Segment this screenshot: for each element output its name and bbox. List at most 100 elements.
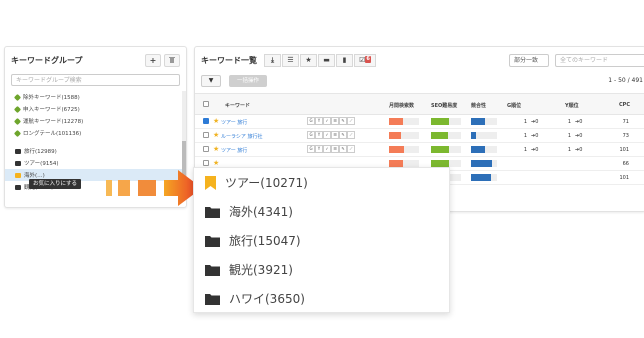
delete-group-button[interactable]: [164, 53, 180, 67]
ads-meter-fill: [471, 146, 486, 153]
star-icon[interactable]: ★: [213, 118, 219, 125]
table-row[interactable]: ★ ツアー 旅行 G Y ✓ ☰ ✎ ⟋ 1 ➔0 1 ➔0 71: [195, 115, 644, 129]
dropdown-item[interactable]: 海外(4341): [194, 197, 449, 226]
mini-action-button[interactable]: G: [307, 131, 315, 139]
list-button[interactable]: ☰: [282, 53, 299, 67]
download-button[interactable]: ⤓: [264, 53, 281, 67]
keyword-toolbar: ⤓ ☰ ★ ▬ ▮ ☑6: [263, 53, 376, 67]
mini-action-button[interactable]: ✓: [323, 145, 331, 153]
tag-icon: [13, 93, 22, 101]
keyword-link[interactable]: ルーラシア 旅行社: [221, 133, 263, 140]
arrow-indicator-icon: [106, 170, 202, 206]
volume-meter-fill: [389, 160, 403, 167]
cpc-value: 71: [622, 119, 629, 125]
dropdown-item[interactable]: ハワイ(3650): [194, 284, 449, 313]
checked-button[interactable]: ☑6: [354, 53, 376, 67]
mini-action-button[interactable]: ✎: [339, 145, 347, 153]
favorite-button[interactable]: ★: [300, 53, 317, 67]
folder-icon: [205, 264, 220, 276]
g-rank-value: 1: [523, 147, 527, 153]
keyword-link[interactable]: ツアー 旅行: [221, 119, 247, 126]
group-item[interactable]: ツアー(9154): [5, 157, 185, 169]
group-item[interactable]: 除外キーワード(1588): [5, 91, 185, 103]
group-item[interactable]: 申入キーワード(6725): [5, 103, 185, 115]
download-icon: ⤓: [270, 55, 275, 64]
row-checkbox[interactable]: [203, 118, 209, 124]
mini-action-button[interactable]: G: [307, 117, 315, 125]
mini-action-button[interactable]: ⟋: [347, 145, 355, 153]
mini-action-button[interactable]: ⟋: [347, 131, 355, 139]
col-cpc[interactable]: CPC: [619, 102, 630, 108]
col-y-rank[interactable]: Y順位: [565, 102, 579, 109]
bookmark-icon: [205, 175, 216, 190]
col-volume[interactable]: 月間検索数: [389, 102, 414, 109]
star-icon[interactable]: ★: [213, 146, 219, 153]
keyword-group-header: キーワードグループ +: [5, 47, 186, 73]
dropdown-item[interactable]: 観光(3921): [194, 255, 449, 284]
dropdown-item-label: 海外(4341): [229, 205, 293, 219]
group-item[interactable]: 旅行(12989): [5, 145, 185, 157]
group-item[interactable]: 運航キーワード(12278): [5, 115, 185, 127]
table-row[interactable]: ★ ツアー 旅行 G Y ✓ ☰ ✎ ⟋ 1 ➔0 1 ➔0 101: [195, 143, 644, 157]
group-item-label: 海外(…): [24, 173, 45, 179]
match-type-select[interactable]: 部分一致: [509, 54, 549, 67]
y-rank-change: ➔0: [575, 119, 583, 125]
folder-icon: [15, 148, 21, 154]
tag-icon: [13, 117, 22, 125]
group-search-input[interactable]: キーワードグループ検索: [11, 74, 180, 86]
y-rank-change: ➔0: [575, 147, 583, 153]
col-keyword[interactable]: キーワード: [225, 102, 250, 109]
mini-action-button[interactable]: Y: [315, 117, 323, 125]
mini-action-button[interactable]: Y: [315, 131, 323, 139]
folder-icon: [205, 206, 220, 218]
volume-meter: [389, 118, 419, 125]
row-checkbox[interactable]: [203, 146, 209, 152]
mini-action-button[interactable]: ✓: [323, 117, 331, 125]
g-rank-value: 1: [523, 133, 527, 139]
select-all-checkbox[interactable]: [203, 101, 209, 107]
mini-action-button[interactable]: ✎: [339, 117, 347, 125]
add-group-button[interactable]: +: [145, 53, 161, 67]
ads-meter: [471, 132, 497, 139]
star-icon[interactable]: ★: [213, 160, 219, 167]
g-rank-value: 1: [523, 119, 527, 125]
mini-action-button[interactable]: Y: [315, 145, 323, 153]
mini-action-button[interactable]: ☰: [331, 117, 339, 125]
trash-icon: [169, 56, 175, 63]
dropdown-item[interactable]: ツアー(10271): [194, 168, 449, 197]
mini-action-button[interactable]: ⟋: [347, 117, 355, 125]
table-row[interactable]: ★ ルーラシア 旅行社 G Y ✓ ☰ ✎ ⟋ 1 ➔0 1 ➔0 73: [195, 129, 644, 143]
folder-icon: [205, 293, 220, 305]
star-icon[interactable]: ★: [213, 132, 219, 139]
row-mini-actions: G Y ✓ ☰ ✎ ⟋: [307, 117, 355, 125]
filter-button[interactable]: ▼: [201, 75, 221, 87]
bulk-action-button[interactable]: 一括操作: [229, 75, 267, 87]
row-checkbox[interactable]: [203, 160, 209, 166]
tag-icon: [13, 129, 22, 137]
trash-icon: ▮: [342, 55, 347, 64]
col-ads[interactable]: 競合性: [471, 102, 486, 109]
group-item[interactable]: ロングテール(101136): [5, 127, 185, 139]
mini-action-button[interactable]: G: [307, 145, 315, 153]
col-seo[interactable]: SEO難易度: [431, 102, 457, 109]
keyword-link[interactable]: ツアー 旅行: [221, 147, 247, 154]
delete-button[interactable]: ▮: [336, 53, 353, 67]
mini-action-button[interactable]: ✎: [339, 131, 347, 139]
ads-meter-fill: [471, 174, 491, 181]
seo-meter-fill: [431, 160, 449, 167]
col-g-rank[interactable]: G順位: [507, 102, 521, 109]
seo-meter-fill: [431, 132, 448, 139]
mini-action-button[interactable]: ☰: [331, 131, 339, 139]
row-mini-actions: G Y ✓ ☰ ✎ ⟋: [307, 145, 355, 153]
folder-icon: ▬: [323, 55, 330, 64]
table-header: キーワード 月間検索数 SEO難易度 競合性 G順位 Y順位 CPC: [195, 93, 644, 115]
mini-action-button[interactable]: ✓: [323, 131, 331, 139]
mini-action-button[interactable]: ☰: [331, 145, 339, 153]
seo-meter: [431, 118, 461, 125]
folder-button[interactable]: ▬: [318, 53, 335, 67]
keyword-search-input[interactable]: 全てのキーワード: [555, 54, 644, 67]
pagination-info: 1 - 50 / 491: [608, 77, 643, 84]
row-checkbox[interactable]: [203, 132, 209, 138]
dropdown-item[interactable]: 旅行(15047): [194, 226, 449, 255]
volume-meter: [389, 160, 419, 167]
